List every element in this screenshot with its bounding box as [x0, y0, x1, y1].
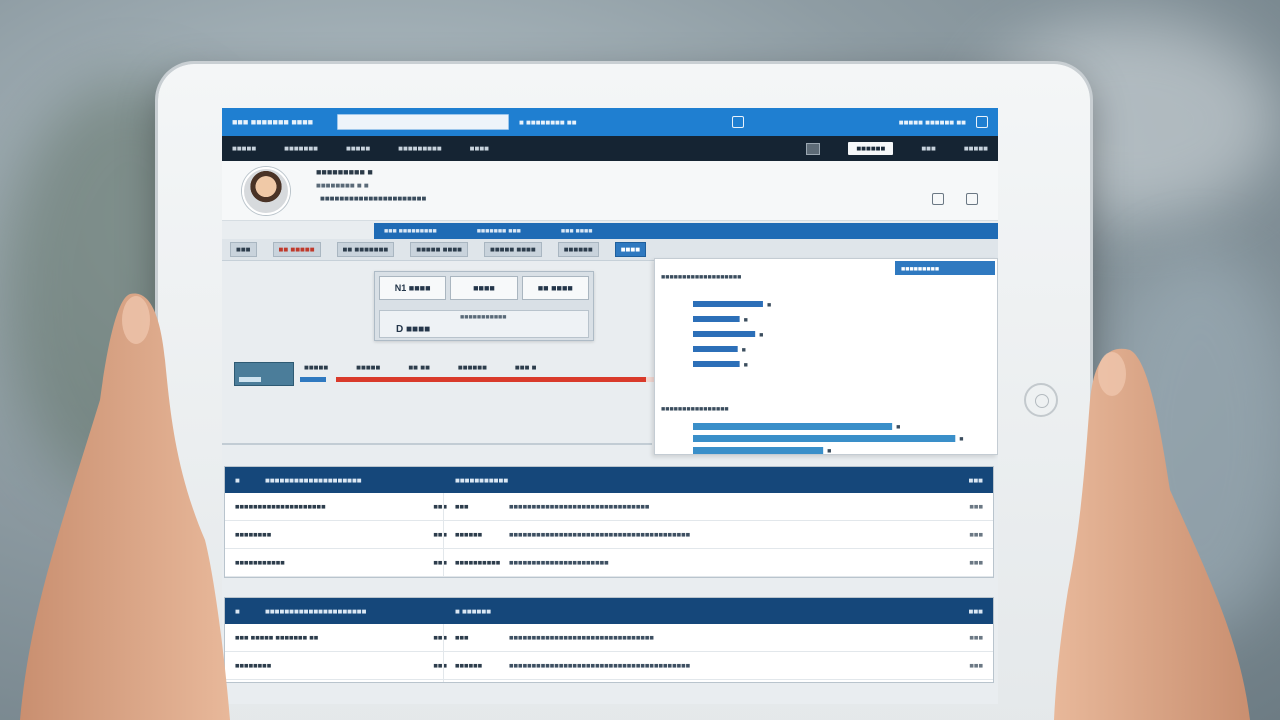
profile-header: ■■■■■■■■■ ■ ■■■■■■■■ ■ ■ ■■■■■■■■■■■■■■■…	[222, 161, 998, 221]
nav-item-2[interactable]: ■■■■■■■	[284, 144, 318, 153]
progress-label-5: ■■■ ■	[514, 363, 537, 372]
tab-2[interactable]: ■■ ■■■■■	[272, 242, 321, 257]
table-2-col-b[interactable]: ■ ■■■■■■	[455, 607, 953, 616]
progress-bar-fill	[336, 377, 647, 382]
nav-item-3[interactable]: ■■■■■	[346, 144, 370, 153]
data-table-2: ■ ■■■■■■■■■■■■■■■■■■■■■ ■ ■■■■■■ ■■■ ■■■…	[224, 597, 994, 683]
tab-5[interactable]: ■■■■■ ■■■■	[483, 242, 542, 257]
summary-tiny-text: ■■■■■■■■■■■	[460, 314, 507, 321]
top-link-2[interactable]: ■■■■■ ■■■■■■ ■■	[899, 118, 966, 127]
tab-top-1[interactable]: ■■■ ■■■■■■■■■	[384, 228, 437, 235]
progress-label-4: ■■■■■■	[457, 363, 487, 372]
chart-bar-label: ■	[896, 424, 900, 431]
nav-item-4[interactable]: ■■■■■■■■■	[398, 144, 442, 153]
table-row[interactable]: ■■■■■■■■■■■■■■■■■■■■ ■■■ ■■■ ■■■■■■■■■■■…	[225, 493, 993, 521]
table-row[interactable]: ■■■■■■■■ ■■■ ■■■■■■ ■■■■■■■■■■■■■■■■■■■■…	[225, 652, 993, 680]
table-2-col-c[interactable]: ■■■	[953, 607, 984, 616]
device-icon[interactable]	[731, 116, 744, 128]
table-1-header: ■ ■■■■■■■■■■■■■■■■■■■■ ■■■■■■■■■■■ ■■■	[225, 467, 993, 493]
profile-subtitle: ■■■■■■■■ ■ ■	[316, 181, 369, 190]
progress-label-3: ■■ ■■	[408, 363, 430, 372]
nav-right-item-1[interactable]: ■■■	[921, 144, 936, 153]
chart-bar	[693, 346, 738, 352]
search-input[interactable]	[337, 114, 509, 130]
bar-chart: ■■■■■■■■■■■■■■■■■■■ ■■■■■■■■■■■■■■■■ ■■■…	[661, 261, 995, 455]
right-hand	[1054, 348, 1250, 720]
summary-panel: N1 ■■■■ ■■■■ ■■ ■■■■ ■■■■■■■■■■■ D ■■■■	[374, 271, 594, 341]
table-row[interactable]: ■■■ ■■■■■ ■■■■■■■ ■■ ■■■ ■■■ ■■■■■■■■■■■…	[225, 624, 993, 652]
chart-bar	[693, 301, 763, 307]
chart-bar-label: ■	[744, 317, 748, 324]
grid-icon[interactable]	[806, 142, 821, 155]
chart-bar	[693, 423, 893, 430]
top-link-1[interactable]: ■ ■■■■■■■■ ■■	[519, 118, 577, 127]
progress-label-1: ■■■■■	[304, 363, 329, 372]
table-icon: ■	[235, 475, 240, 485]
divider	[222, 443, 652, 445]
profile-detail: ■■■■■■■■■■■■■■■■■■■■■■	[320, 194, 427, 203]
chart-bar-label: ■	[767, 302, 771, 309]
tab-3[interactable]: ■■ ■■■■■■■	[336, 242, 395, 257]
profile-name: ■■■■■■■■■ ■	[316, 167, 373, 177]
bar-chart-panel: ■■■■■■■■■■■■■■■■■■■ ■■■■■■■■■■■■■■■■ ■■■…	[654, 258, 998, 455]
tablet-icon[interactable]	[976, 116, 988, 128]
chart-bar-label: ■	[959, 436, 963, 443]
data-table-1: ■ ■■■■■■■■■■■■■■■■■■■■ ■■■■■■■■■■■ ■■■ ■…	[224, 466, 994, 578]
chart-bar	[693, 435, 956, 442]
nav-item-1[interactable]: ■■■■■	[232, 144, 256, 153]
summary-card-1[interactable]: N1 ■■■■	[379, 276, 447, 300]
nav-action-button[interactable]: ■■■■■■	[848, 142, 894, 155]
chart-bar-label: ■	[759, 332, 763, 339]
chart-bar-label: ■	[742, 347, 746, 354]
tab-top-3[interactable]: ■■■ ■■■■	[561, 228, 593, 235]
chart-legend-tag[interactable]: ■■■■■■■■■	[901, 266, 939, 273]
nav-right-item-2[interactable]: ■■■■■	[964, 144, 988, 153]
tab-1[interactable]: ■■■	[230, 242, 257, 257]
left-hand	[20, 293, 230, 720]
chart-bar-label: ■	[827, 448, 831, 455]
tablet-screen: ■■■ ■■■■■■■ ■■■■ ■ ■■■■■■■■ ■■ ■■■■■ ■■■…	[222, 108, 998, 704]
tab-7[interactable]: ■■■■	[614, 242, 647, 257]
table-row[interactable]: ■■■■■■■■ ■■■ ■■■■■■ ■■■■■■■■■■■■■■■■■■■■…	[225, 521, 993, 549]
table-1-col-a[interactable]: ■■■■■■■■■■■■■■■■■■■■	[265, 476, 455, 485]
profile-actions	[932, 193, 978, 205]
tab-6[interactable]: ■■■■■■	[557, 242, 599, 257]
summary-label: D ■■■■	[396, 324, 431, 335]
edit-icon[interactable]	[932, 193, 944, 205]
chart-bar	[693, 447, 824, 454]
main-nav: ■■■■■ ■■■■■■■ ■■■■■ ■■■■■■■■■ ■■■■ ■■■■■…	[222, 136, 998, 161]
table-icon: ■	[235, 606, 240, 616]
progress-labels: ■■■■■ ■■■■■ ■■ ■■ ■■■■■■ ■■■ ■	[304, 363, 536, 372]
chart-bar	[693, 361, 740, 367]
summary-card-2[interactable]: ■■■■	[450, 276, 518, 300]
summary-card-3[interactable]: ■■ ■■■■	[521, 276, 589, 300]
progress-label-2: ■■■■■	[356, 363, 381, 372]
table-1-col-b[interactable]: ■■■■■■■■■■■	[455, 476, 953, 485]
summary-detail-row: ■■■■■■■■■■■ D ■■■■	[379, 310, 589, 338]
progress-section: ■■■■■ ■■■■■ ■■ ■■ ■■■■■■ ■■■ ■	[234, 361, 656, 387]
settings-icon[interactable]	[966, 193, 978, 205]
progress-bar	[336, 377, 656, 382]
top-bar: ■■■ ■■■■■■■ ■■■■ ■ ■■■■■■■■ ■■ ■■■■■ ■■■…	[222, 108, 998, 136]
table-1-col-c[interactable]: ■■■	[953, 476, 984, 485]
nav-item-5[interactable]: ■■■■	[470, 144, 489, 153]
chart-bar	[693, 316, 740, 322]
progress-marker	[300, 377, 326, 382]
tab-top-2[interactable]: ■■■■■■■ ■■■	[477, 228, 521, 235]
table-row[interactable]: ■■■■■■■■■■■ ■■■ ■■■■■■■■■■ ■■■■■■■■■■■■■…	[225, 549, 993, 577]
thumbnail-image	[234, 362, 294, 386]
chart-bar-label: ■	[744, 362, 748, 369]
chart-caption-2: ■■■■■■■■■■■■■■■■	[661, 406, 729, 413]
avatar[interactable]	[242, 167, 290, 215]
chart-caption-1: ■■■■■■■■■■■■■■■■■■■	[661, 274, 741, 281]
table-2-col-a[interactable]: ■■■■■■■■■■■■■■■■■■■■■	[265, 607, 455, 616]
app-brand[interactable]: ■■■ ■■■■■■■ ■■■■	[232, 117, 327, 127]
table-2-header: ■ ■■■■■■■■■■■■■■■■■■■■■ ■ ■■■■■■ ■■■	[225, 598, 993, 624]
tab-4[interactable]: ■■■■■ ■■■■	[410, 242, 468, 257]
section-tabs-top: ■■■ ■■■■■■■■■ ■■■■■■■ ■■■ ■■■ ■■■■	[374, 223, 998, 239]
chart-bar	[693, 331, 756, 337]
